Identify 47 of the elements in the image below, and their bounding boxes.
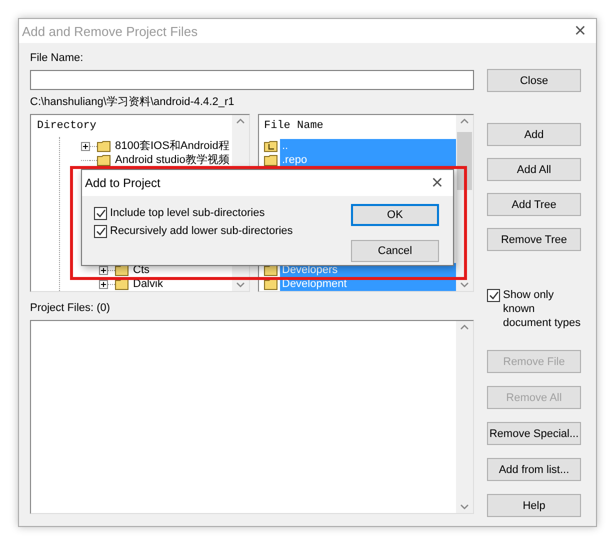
modal-title: Add to Project bbox=[85, 176, 160, 190]
close-icon[interactable]: × bbox=[574, 21, 586, 41]
parent-folder-icon bbox=[264, 140, 278, 152]
close-icon[interactable]: × bbox=[431, 173, 443, 193]
column-header: File Name bbox=[264, 119, 324, 133]
folder-icon bbox=[115, 278, 129, 290]
dialog-button[interactable]: Cancel bbox=[351, 240, 439, 262]
scroll-down-icon[interactable] bbox=[236, 282, 245, 288]
folder-icon bbox=[264, 154, 278, 166]
action-button[interactable]: Add All bbox=[487, 158, 581, 181]
column-header: Directory bbox=[37, 119, 96, 133]
checkbox-label: Recursively add lower sub-directories bbox=[110, 224, 293, 238]
field-label: File Name: bbox=[30, 51, 84, 66]
window-title: Add and Remove Project Files bbox=[22, 24, 198, 38]
action-button[interactable]: Remove Tree bbox=[487, 228, 581, 251]
directory-item[interactable]: 8100套IOS和Android程 bbox=[113, 139, 232, 153]
action-button[interactable]: Add Tree bbox=[487, 193, 581, 216]
folder-icon bbox=[115, 264, 129, 276]
checkbox[interactable] bbox=[94, 225, 107, 238]
section-label: Project Files: (0) bbox=[30, 301, 110, 316]
action-button[interactable]: Help bbox=[487, 494, 581, 517]
folder-icon bbox=[97, 140, 111, 152]
action-button[interactable]: Add bbox=[487, 123, 581, 146]
scroll-up-icon[interactable] bbox=[460, 324, 469, 330]
checkbox[interactable] bbox=[487, 289, 500, 302]
scroll-down-icon[interactable] bbox=[460, 282, 469, 288]
folder-icon bbox=[97, 154, 111, 166]
expand-icon[interactable] bbox=[99, 266, 108, 274]
scroll-down-icon[interactable] bbox=[460, 504, 469, 510]
folder-icon bbox=[264, 278, 278, 290]
expand-icon[interactable] bbox=[99, 280, 108, 288]
directory-item[interactable]: Android studio教学视频 bbox=[113, 153, 232, 167]
scroll-up-icon[interactable] bbox=[460, 118, 469, 124]
file-name-field[interactable] bbox=[30, 70, 474, 90]
directory-item[interactable]: Cts bbox=[131, 263, 152, 277]
checkbox[interactable] bbox=[94, 207, 107, 220]
scrollbar[interactable] bbox=[456, 321, 473, 513]
folder-icon bbox=[264, 264, 278, 276]
expand-icon[interactable] bbox=[81, 142, 90, 150]
checkbox-label: Include top level sub-directories bbox=[110, 206, 265, 220]
current-path: C:\hanshuliang\学习资料\android-4.4.2_r1 bbox=[30, 95, 234, 110]
close-button[interactable]: Close bbox=[487, 69, 581, 92]
scroll-up-icon[interactable] bbox=[236, 118, 245, 124]
action-button[interactable]: Remove Special... bbox=[487, 422, 581, 445]
action-button[interactable]: Add from list... bbox=[487, 458, 581, 481]
dialog-button[interactable]: OK bbox=[351, 204, 439, 226]
checkbox-label: Show only known document types bbox=[503, 288, 581, 330]
